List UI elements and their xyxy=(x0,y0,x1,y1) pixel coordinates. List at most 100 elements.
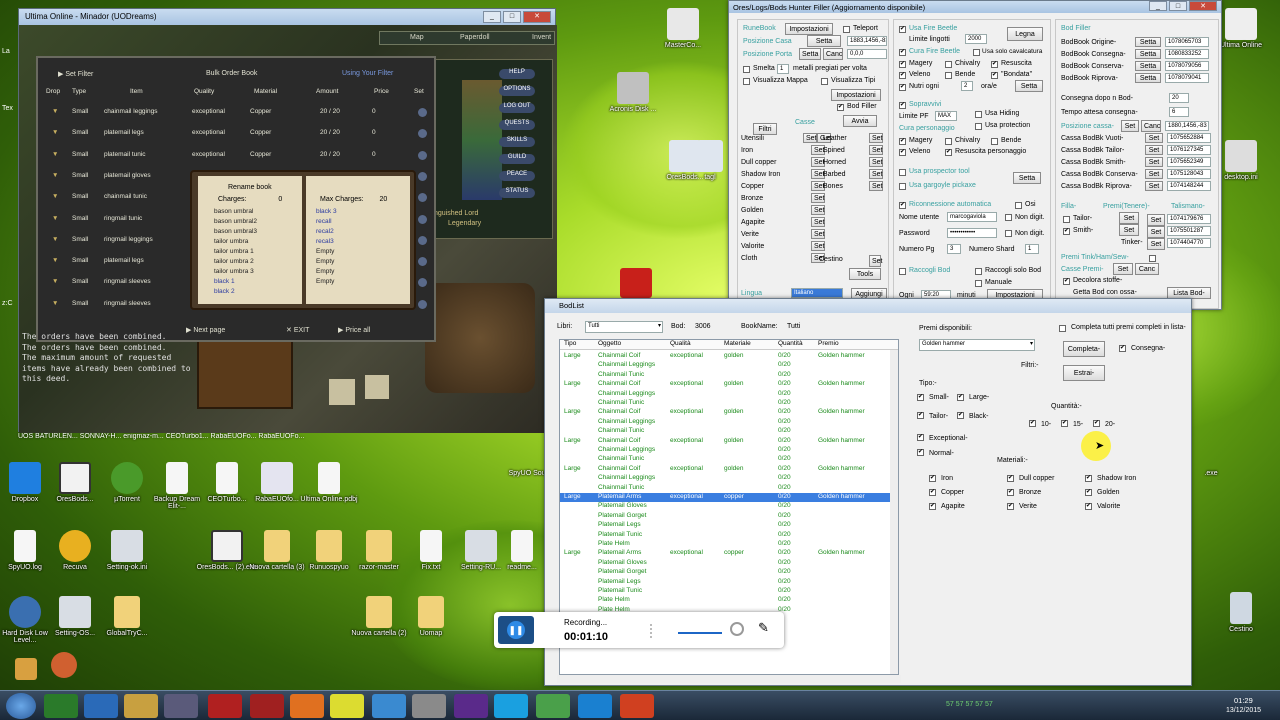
rune-entry[interactable]: recal2 xyxy=(316,228,334,235)
usa-protection-checkbox[interactable] xyxy=(975,123,982,130)
bob-row[interactable]: ▼ Small chainmail leggings exceptional Coppe… xyxy=(44,108,430,120)
non-digit-pass-checkbox[interactable] xyxy=(1005,230,1012,237)
table-row[interactable]: Chainmail Leggings 0/20 xyxy=(560,361,890,370)
webcam-icon[interactable] xyxy=(730,622,744,636)
material-set-button[interactable]: Set xyxy=(811,241,825,251)
q10-checkbox[interactable]: ✔ xyxy=(1029,420,1036,427)
rune-entry[interactable]: bason umbral2 xyxy=(214,218,257,225)
rune-entry[interactable]: Empty xyxy=(316,258,334,265)
tailor-tal-set-button[interactable]: Set xyxy=(1147,214,1165,226)
guild-button[interactable]: GUILD xyxy=(499,154,535,164)
resuscita-checkbox[interactable]: ✔ xyxy=(991,61,998,68)
set-icon[interactable] xyxy=(418,235,427,245)
teleport-checkbox[interactable] xyxy=(843,26,850,33)
material-checkbox[interactable]: ✔ xyxy=(929,489,936,496)
tinker-tal-field[interactable]: 1074404770 xyxy=(1167,238,1211,248)
table-row[interactable]: Chainmail Tunic 0/20 xyxy=(560,427,890,436)
map-button[interactable]: Map xyxy=(410,34,424,41)
rune-entry[interactable]: recal3 xyxy=(316,238,334,245)
tailor-tal-field[interactable]: 1074179676 xyxy=(1167,214,1211,224)
pause-button[interactable]: ❚❚ xyxy=(498,616,534,644)
tools-button[interactable]: Tools xyxy=(849,268,881,280)
legna-button[interactable]: Legna xyxy=(1007,27,1043,41)
q20-checkbox[interactable]: ✔ xyxy=(1093,420,1100,427)
paperdoll-button[interactable]: Paperdoll xyxy=(460,34,490,41)
tailor-checkbox[interactable]: ✔ xyxy=(917,412,924,419)
table-row[interactable]: Chainmail Tunic 0/20 xyxy=(560,455,890,464)
manuale-checkbox[interactable] xyxy=(975,280,982,287)
table-row[interactable]: Platemail Tunic 0/20 xyxy=(560,531,890,540)
desktop-icon[interactable] xyxy=(44,652,84,680)
set-icon[interactable] xyxy=(418,193,427,203)
maximize-button[interactable]: □ xyxy=(1169,1,1187,11)
material-checkbox[interactable]: ✔ xyxy=(929,475,936,482)
drop-icon[interactable]: ▼ xyxy=(52,257,58,264)
clock-time[interactable]: 01:29 xyxy=(1234,696,1253,705)
table-row[interactable]: Platemail Legs 0/20 xyxy=(560,578,890,587)
riconnessione-checkbox[interactable]: ✔ xyxy=(899,202,906,209)
sopravvivi-checkbox[interactable]: ✔ xyxy=(899,102,906,109)
impostazioni2-button[interactable]: Impostazioni xyxy=(831,89,881,101)
ie-icon[interactable] xyxy=(84,694,118,718)
cassa-set-button[interactable]: Set xyxy=(1145,169,1163,179)
set-icon[interactable] xyxy=(418,129,427,139)
drop-icon[interactable]: ▼ xyxy=(52,236,58,243)
canc-porta-button[interactable]: Canc xyxy=(823,48,843,60)
table-row[interactable]: Platemail Gloves 0/20 xyxy=(560,502,890,511)
bod-filler-checkbox[interactable]: ✔ xyxy=(837,104,844,111)
drop-icon[interactable]: ▼ xyxy=(52,108,58,115)
filezilla-icon[interactable] xyxy=(250,694,284,718)
start-button[interactable] xyxy=(6,693,36,719)
table-row[interactable]: Plate Helm 0/20 xyxy=(560,540,890,549)
help-button[interactable]: HELP xyxy=(499,69,535,79)
bob-row[interactable]: ▼ Small platemail legs exceptional Copper 20 … xyxy=(44,129,430,141)
backpack-container[interactable] xyxy=(425,283,535,393)
desktop-icon[interactable]: Acronis Disk ... xyxy=(602,72,664,113)
posizione-cassa-canc-button[interactable]: Canc xyxy=(1141,120,1161,132)
chrome-icon[interactable] xyxy=(330,694,364,718)
pen-icon[interactable]: ✎ xyxy=(758,620,769,636)
desktop-icon[interactable]: MasterCo... xyxy=(652,8,714,49)
material-checkbox[interactable]: ✔ xyxy=(1007,489,1014,496)
table-row[interactable]: Chainmail Tunic 0/20 xyxy=(560,484,890,493)
usa-gargoyle-checkbox[interactable] xyxy=(899,183,906,190)
table-row[interactable]: Large Chainmail Coif exceptional golden 0/20… xyxy=(560,465,890,474)
set-icon[interactable] xyxy=(418,108,427,117)
material-checkbox[interactable]: ✔ xyxy=(1007,503,1014,510)
chivalry-checkbox[interactable] xyxy=(945,61,952,68)
rune-entry[interactable]: bason umbral xyxy=(214,208,253,215)
q15-checkbox[interactable]: ✔ xyxy=(1061,420,1068,427)
lingua-select[interactable]: Italiano xyxy=(791,288,843,298)
folder-taskbar-icon[interactable] xyxy=(124,694,158,718)
table-row[interactable]: Large Chainmail Coif exceptional golden 0/20… xyxy=(560,437,890,446)
taskbar-app-icon[interactable] xyxy=(164,694,198,718)
rune-entry[interactable]: tailor umbra 3 xyxy=(214,268,254,275)
material-checkbox[interactable]: ✔ xyxy=(929,503,936,510)
exceptional-checkbox[interactable]: ✔ xyxy=(917,434,924,441)
nutri-checkbox[interactable]: ✔ xyxy=(899,84,906,91)
set-icon[interactable] xyxy=(418,214,427,224)
rune-entry[interactable]: bason umbral3 xyxy=(214,228,257,235)
normal-checkbox[interactable]: ✔ xyxy=(917,449,924,456)
cura-fire-beetle-checkbox[interactable]: ✔ xyxy=(899,49,906,56)
table-row[interactable]: Large Chainmail Coif exceptional golden 0/20… xyxy=(560,380,890,389)
desktop-icon[interactable]: readme... xyxy=(500,530,544,571)
table-row[interactable]: Platemail Tunic 0/20 xyxy=(560,587,890,596)
rune-entry[interactable]: recall xyxy=(316,218,332,225)
table-row[interactable]: Platemail Legs 0/20 xyxy=(560,521,890,530)
bodbook-id-field[interactable]: 1078079056 xyxy=(1165,61,1209,71)
consegna-dopo-field[interactable]: 20 xyxy=(1169,93,1189,103)
cassa-set-button[interactable]: Set xyxy=(1145,181,1163,191)
table-row[interactable]: Chainmail Tunic 0/20 xyxy=(560,399,890,408)
bodbook-setta-button[interactable]: Setta xyxy=(1135,73,1161,83)
table-row[interactable]: Chainmail Leggings 0/20 xyxy=(560,474,890,483)
taskbar-app-icon[interactable] xyxy=(208,694,242,718)
drop-icon[interactable]: ▼ xyxy=(52,193,58,200)
table-row[interactable]: Large Platemail Arms exceptional copper 0/20… xyxy=(560,493,890,503)
cassa-id-field[interactable]: 1075652349 xyxy=(1167,157,1211,167)
minimize-button[interactable]: _ xyxy=(1149,1,1167,11)
material-set-button[interactable]: Set xyxy=(869,133,883,143)
clock-date[interactable]: 13/12/2015 xyxy=(1226,707,1261,714)
options-button[interactable]: OPTIONS xyxy=(499,86,535,96)
desktop-icon[interactable]: Setting-ok.ini xyxy=(96,530,158,571)
